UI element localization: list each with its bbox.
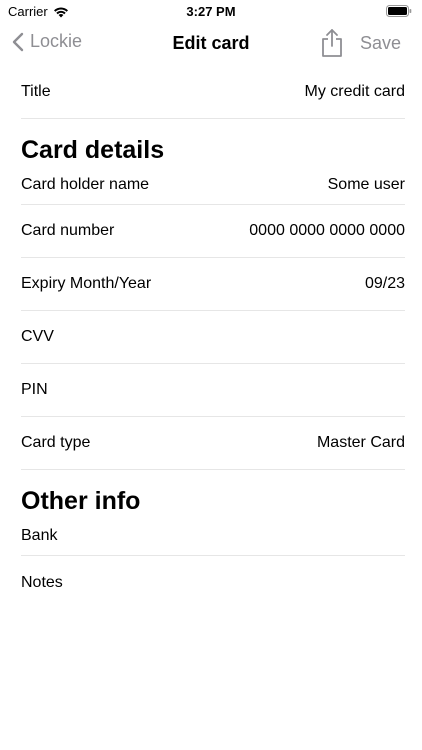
card-holder-label: Card holder name bbox=[21, 175, 150, 193]
share-icon bbox=[322, 29, 342, 57]
navigation-bar: Lockie Edit card Save bbox=[0, 22, 422, 66]
expiry-label: Expiry Month/Year bbox=[21, 275, 152, 292]
card-type-row[interactable]: Card type Master Card bbox=[21, 417, 405, 470]
status-time: 3:27 PM bbox=[186, 4, 236, 19]
status-bar: Carrier 3:27 PM bbox=[0, 0, 422, 22]
notes-label: Notes bbox=[21, 573, 63, 591]
bank-label: Bank bbox=[21, 526, 58, 544]
expiry-value[interactable]: 09/23 bbox=[365, 275, 405, 293]
title-value[interactable]: My credit card bbox=[305, 83, 405, 101]
card-holder-value[interactable]: Some user bbox=[328, 176, 405, 194]
save-button[interactable]: Save bbox=[360, 33, 401, 54]
card-number-value[interactable]: 0000 0000 0000 0000 bbox=[249, 222, 405, 240]
title-label: Title bbox=[21, 83, 51, 100]
cvv-label: CVV bbox=[21, 328, 54, 345]
battery-icon bbox=[386, 5, 412, 20]
pin-label: PIN bbox=[21, 381, 48, 398]
title-row[interactable]: Title My credit card bbox=[21, 66, 405, 119]
pin-row[interactable]: PIN bbox=[21, 364, 405, 417]
card-type-value[interactable]: Master Card bbox=[317, 434, 405, 452]
form-content: Title My credit card Card details Card h… bbox=[21, 66, 405, 609]
share-button[interactable] bbox=[320, 28, 344, 63]
card-details-header: Card details bbox=[21, 136, 165, 164]
card-number-row[interactable]: Card number 0000 0000 0000 0000 bbox=[21, 205, 405, 258]
cvv-row[interactable]: CVV bbox=[21, 311, 405, 364]
bank-row[interactable]: Bank bbox=[21, 516, 405, 556]
page-title: Edit card bbox=[172, 33, 250, 53]
other-info-header: Other info bbox=[21, 487, 141, 515]
notes-row[interactable]: Notes bbox=[21, 556, 405, 609]
card-type-label: Card type bbox=[21, 434, 91, 451]
card-number-label: Card number bbox=[21, 222, 115, 239]
card-holder-row[interactable]: Card holder name Some user bbox=[21, 165, 405, 205]
expiry-row[interactable]: Expiry Month/Year 09/23 bbox=[21, 258, 405, 311]
